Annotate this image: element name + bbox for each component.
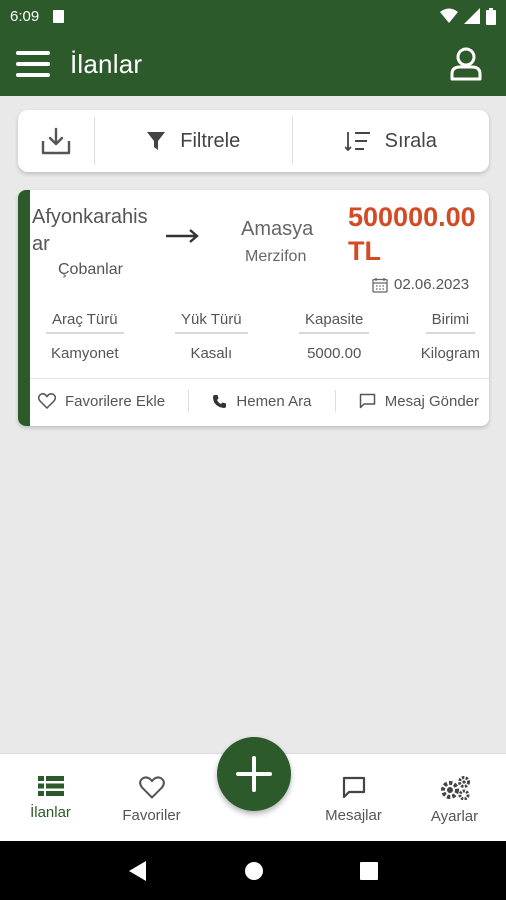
status-icons xyxy=(440,7,496,25)
profile-icon[interactable] xyxy=(448,46,484,82)
page-title: İlanlar xyxy=(70,48,143,79)
date-text: 02.06.2023 xyxy=(394,276,470,293)
download-icon xyxy=(41,127,71,155)
back-icon[interactable] xyxy=(128,860,148,882)
heart-icon xyxy=(138,776,165,799)
nav-listings[interactable]: İlanlar xyxy=(0,754,101,841)
filter-label: Filtrele xyxy=(180,129,241,152)
spec-row: Araç Türü Kamyonet Yük Türü Kasalı Kapas… xyxy=(46,311,480,362)
card-accent-bar xyxy=(18,190,30,426)
heart-icon xyxy=(38,393,56,409)
spec-unit: Birimi Kilogram xyxy=(421,311,480,362)
filter-icon xyxy=(147,132,166,150)
gears-icon xyxy=(440,776,470,800)
message-icon xyxy=(342,776,365,799)
list-icon xyxy=(37,776,64,796)
nav-listings-label: İlanlar xyxy=(30,804,71,821)
spec-capacity: Kapasite 5000.00 xyxy=(299,311,370,362)
status-time: 6:09 xyxy=(10,7,40,25)
listing-card[interactable]: Afyonkarahisar Çobanlar Amasya Merzifon … xyxy=(18,190,489,426)
calendar-icon xyxy=(372,277,388,293)
system-nav-bar xyxy=(0,841,506,900)
card-actions: Favorilere Ekle Hemen Ara Mesaj Gönder xyxy=(38,390,479,412)
spec-label: Kapasite xyxy=(299,311,370,334)
download-button[interactable] xyxy=(18,110,94,172)
call-now-label: Hemen Ara xyxy=(236,392,312,410)
card-divider xyxy=(30,378,489,379)
spec-value: 5000.00 xyxy=(307,345,362,362)
nav-favorites[interactable]: Favoriler xyxy=(101,754,202,841)
listing-date: 02.06.2023 xyxy=(372,276,469,293)
nav-messages-label: Mesajlar xyxy=(325,807,382,824)
send-message-button[interactable]: Mesaj Gönder xyxy=(359,393,479,410)
spec-label: Araç Türü xyxy=(46,311,124,334)
sort-icon xyxy=(344,132,370,152)
destination-district: Merzifon xyxy=(245,248,307,265)
spec-value: Kilogram xyxy=(420,345,480,362)
spec-vehicle-type: Araç Türü Kamyonet xyxy=(46,311,124,362)
sort-button[interactable]: Sırala xyxy=(293,110,490,172)
spec-load-type: Yük Türü Kasalı xyxy=(175,311,248,362)
signal-icon xyxy=(464,8,480,24)
nav-messages[interactable]: Mesajlar xyxy=(303,754,404,841)
wifi-icon xyxy=(440,8,458,23)
action-divider xyxy=(334,390,336,412)
message-icon xyxy=(359,393,376,409)
action-divider xyxy=(188,390,190,412)
spec-value: Kamyonet xyxy=(51,345,119,362)
phone-icon xyxy=(213,394,227,408)
nav-favorites-label: Favoriler xyxy=(122,807,181,824)
destination-city: Amasya xyxy=(241,218,314,240)
nav-settings[interactable]: Ayarlar xyxy=(404,754,505,841)
spec-label: Birimi xyxy=(425,311,476,334)
call-now-button[interactable]: Hemen Ara xyxy=(212,393,311,410)
battery-icon xyxy=(486,7,496,25)
spec-value: Kasalı xyxy=(190,345,233,362)
origin-district: Çobanlar xyxy=(58,261,123,278)
menu-icon[interactable] xyxy=(16,51,50,77)
nav-settings-label: Ayarlar xyxy=(430,808,479,825)
sd-card-icon xyxy=(53,9,65,23)
add-listing-button[interactable] xyxy=(217,737,291,811)
add-favorite-button[interactable]: Favorilere Ekle xyxy=(38,393,165,410)
origin-city: Afyonkarahisar xyxy=(32,206,148,255)
recents-icon[interactable] xyxy=(360,861,378,880)
add-favorite-label: Favorilere Ekle xyxy=(65,392,166,410)
sort-label: Sırala xyxy=(384,129,437,152)
price: 500000.00 TL xyxy=(348,202,476,266)
plus-icon xyxy=(236,756,272,792)
send-message-label: Mesaj Gönder xyxy=(384,392,479,410)
app-bar: İlanlar xyxy=(0,32,506,96)
arrow-right-icon xyxy=(166,229,199,243)
filter-button[interactable]: Filtrele xyxy=(95,110,292,172)
list-toolbar: Filtrele Sırala xyxy=(18,110,489,172)
status-bar: 6:09 xyxy=(0,0,506,32)
spec-label: Yük Türü xyxy=(175,311,248,334)
home-icon[interactable] xyxy=(244,861,264,881)
